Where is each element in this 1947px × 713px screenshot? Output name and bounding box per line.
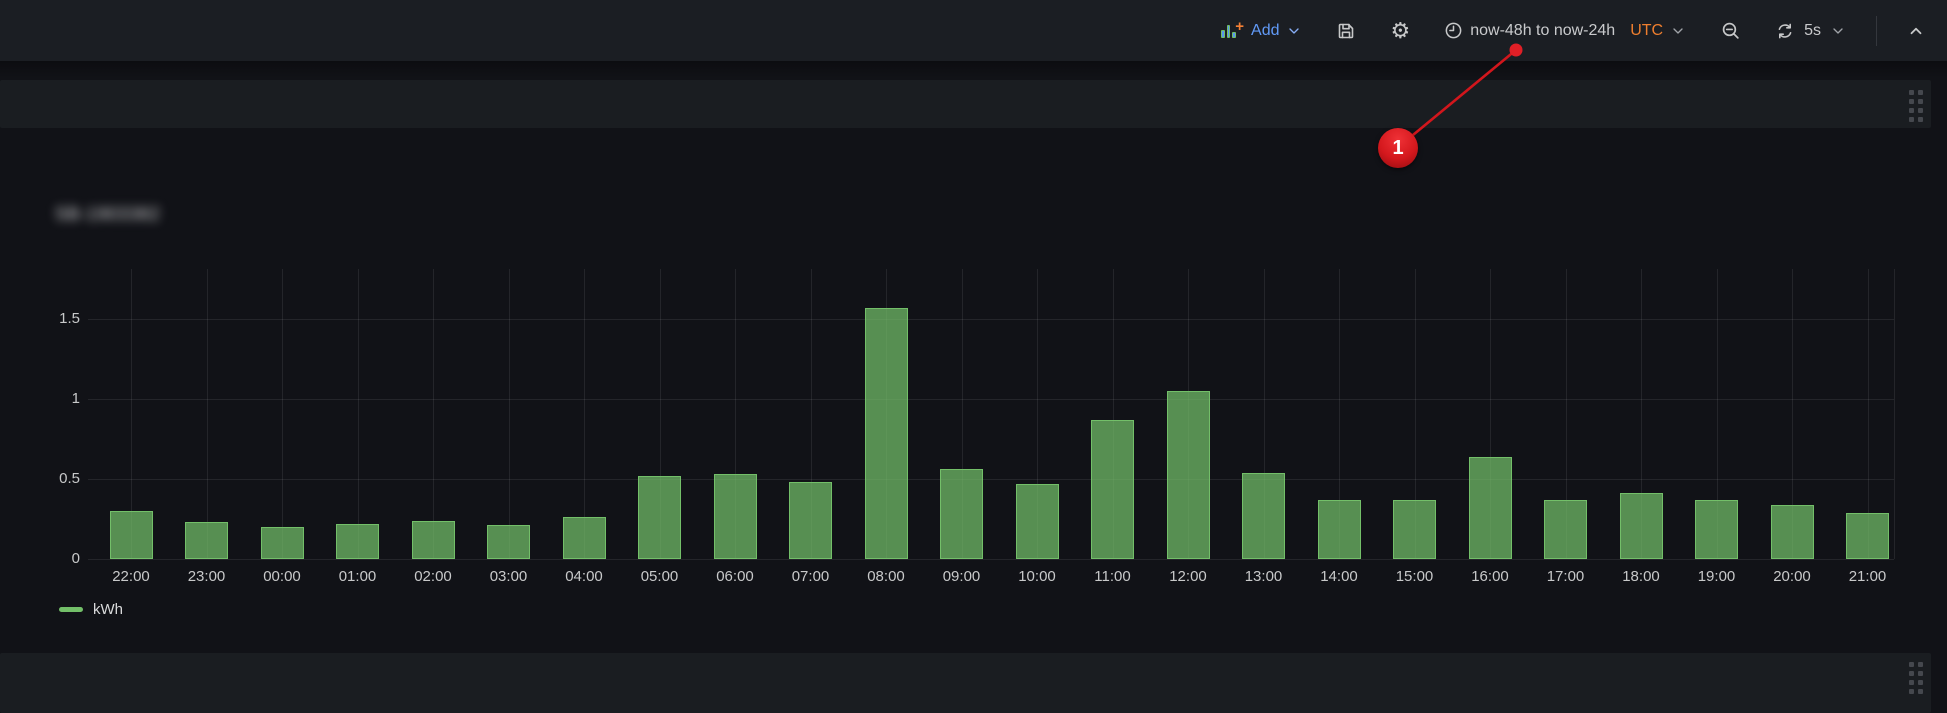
add-button[interactable]: + Add (1214, 15, 1308, 47)
dashboard-toolbar: + Add ⚙ now-48h to now-24h UTC (0, 0, 1947, 62)
bar-07:00 (789, 482, 832, 559)
x-axis-tick-label: 00:00 (242, 568, 322, 586)
bar-19:00 (1695, 500, 1738, 559)
panel-drag-handle[interactable] (1909, 90, 1923, 122)
bar-21:00 (1846, 513, 1889, 559)
time-range-label: now-48h to now-24h (1470, 22, 1615, 40)
x-axis-tick-label: 22:00 (91, 568, 171, 586)
magnifier-minus-icon (1720, 20, 1741, 41)
x-gridline (207, 269, 208, 559)
clock-icon (1444, 21, 1463, 40)
grafana-dashboard-screen: + Add ⚙ now-48h to now-24h UTC (0, 0, 1947, 674)
x-axis-tick-label: 18:00 (1601, 568, 1681, 586)
time-range-picker[interactable]: now-48h to now-24h UTC (1438, 15, 1692, 46)
toolbar-divider (1876, 16, 1877, 46)
legend-label: kWh (93, 601, 123, 618)
bar-17:00 (1544, 500, 1587, 559)
x-gridline (282, 269, 283, 559)
legend-item-kwh[interactable]: kWh (59, 601, 123, 618)
x-axis-tick-label: 02:00 (393, 568, 473, 586)
x-axis-tick-label: 08:00 (846, 568, 926, 586)
legend-swatch-icon (59, 607, 83, 612)
bar-04:00 (563, 517, 606, 559)
x-axis-tick-label: 20:00 (1752, 568, 1832, 586)
zoom-out-button[interactable] (1714, 14, 1747, 47)
y-axis-tick-label: 1 (16, 390, 80, 408)
panel-top-strip (0, 80, 1931, 128)
dashboard-settings-button[interactable]: ⚙ (1384, 15, 1416, 47)
x-axis-tick-label: 11:00 (1073, 568, 1153, 586)
y-gridline (88, 319, 1894, 320)
bar-12:00 (1167, 391, 1210, 559)
bar-05:00 (638, 476, 681, 559)
x-axis-tick-label: 04:00 (544, 568, 624, 586)
gear-icon: ⚙ (1390, 21, 1410, 41)
x-axis-tick-label: 17:00 (1526, 568, 1606, 586)
bar-16:00 (1469, 457, 1512, 559)
x-axis-tick-label: 13:00 (1224, 568, 1304, 586)
bar-06:00 (714, 474, 757, 559)
x-gridline (509, 269, 510, 559)
bar-22:00 (110, 511, 153, 559)
panel-title[interactable]: SB-1903382 (55, 204, 160, 225)
bar-08:00 (865, 308, 908, 559)
bar-01:00 (336, 524, 379, 559)
add-panel-icon: + (1220, 21, 1244, 41)
chevron-down-icon (1286, 23, 1302, 39)
x-axis-tick-label: 05:00 (620, 568, 700, 586)
x-axis-tick-label: 09:00 (922, 568, 1002, 586)
x-axis-tick-label: 07:00 (771, 568, 851, 586)
bar-09:00 (940, 469, 983, 559)
annotation-step-number: 1 (1392, 137, 1403, 160)
collapse-toolbar-button[interactable] (1901, 16, 1931, 46)
refresh-button[interactable]: 5s (1769, 15, 1852, 47)
y-axis-tick-label: 1.5 (16, 310, 80, 328)
y-axis-tick-label: 0 (16, 550, 80, 568)
x-axis-tick-label: 01:00 (318, 568, 398, 586)
chevron-down-icon (1830, 23, 1846, 39)
y-gridline (88, 479, 1894, 480)
add-button-label: Add (1251, 22, 1279, 40)
save-icon (1336, 21, 1356, 41)
x-gridline (1894, 269, 1895, 559)
refresh-icon (1775, 21, 1795, 41)
annotation-step-marker: 1 (1378, 128, 1418, 168)
x-axis-tick-label: 21:00 (1828, 568, 1908, 586)
timezone-label: UTC (1630, 22, 1663, 40)
chevron-up-icon (1907, 22, 1925, 40)
chevron-down-icon (1670, 23, 1686, 39)
x-gridline (433, 269, 434, 559)
x-axis-tick-label: 14:00 (1299, 568, 1379, 586)
x-axis-tick-label: 16:00 (1450, 568, 1530, 586)
x-axis-tick-label: 03:00 (469, 568, 549, 586)
refresh-interval-label: 5s (1804, 22, 1821, 40)
bar-00:00 (261, 527, 304, 559)
bar-11:00 (1091, 420, 1134, 559)
bar-02:00 (412, 521, 455, 559)
x-axis-tick-label: 12:00 (1148, 568, 1228, 586)
save-dashboard-button[interactable] (1330, 15, 1362, 47)
panel-bottom-strip (0, 653, 1931, 713)
bar-03:00 (487, 525, 530, 559)
x-gridline (358, 269, 359, 559)
bar-20:00 (1771, 505, 1814, 559)
x-axis-tick-label: 19:00 (1677, 568, 1757, 586)
bar-18:00 (1620, 493, 1663, 559)
y-axis-tick-label: 0.5 (16, 470, 80, 488)
x-gridline (584, 269, 585, 559)
x-axis-tick-label: 10:00 (997, 568, 1077, 586)
panel-drag-handle[interactable] (1909, 662, 1923, 694)
x-axis-tick-label: 15:00 (1375, 568, 1455, 586)
x-axis-tick-label: 06:00 (695, 568, 775, 586)
y-gridline (88, 399, 1894, 400)
bar-13:00 (1242, 473, 1285, 559)
bar-14:00 (1318, 500, 1361, 559)
bar-10:00 (1016, 484, 1059, 559)
y-gridline (88, 559, 1894, 560)
bar-23:00 (185, 522, 228, 559)
bar-15:00 (1393, 500, 1436, 559)
x-axis-tick-label: 23:00 (167, 568, 247, 586)
